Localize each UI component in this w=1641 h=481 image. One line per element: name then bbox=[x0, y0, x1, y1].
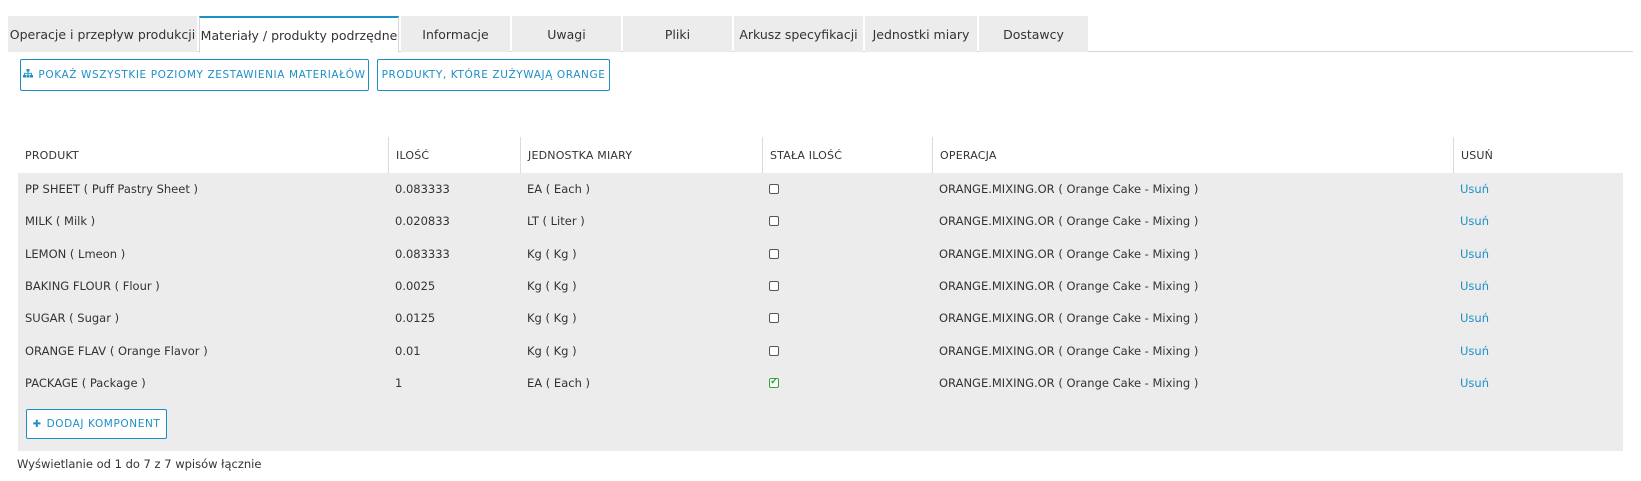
cell-product: PP SHEET ( Puff Pastry Sheet ) bbox=[25, 182, 198, 197]
table-row: PACKAGE ( Package ) 1 EA ( Each ) ✔ ORANGE.M… bbox=[18, 367, 1623, 399]
add-component-row: ✚ DODAJ KOMPONENT bbox=[18, 399, 1623, 451]
cell-quantity: 0.020833 bbox=[395, 214, 450, 229]
column-header-fixed[interactable]: STAŁA ILOŚĆ bbox=[762, 137, 932, 173]
table-info: Wyświetlanie od 1 do 7 z 7 wpisów łączni… bbox=[17, 457, 262, 471]
cell-operation: ORANGE.MIXING.OR ( Orange Cake - Mixing … bbox=[939, 279, 1199, 294]
cell-quantity: 0.083333 bbox=[395, 246, 450, 261]
tab-label: Arkusz specyfikacji bbox=[739, 26, 858, 42]
fixed-quantity-checkbox[interactable] bbox=[769, 216, 779, 227]
cell-quantity: 0.083333 bbox=[395, 182, 450, 197]
delete-link[interactable]: Usuń bbox=[1460, 279, 1489, 293]
tab-label: Jednostki miary bbox=[872, 26, 970, 42]
delete-link[interactable]: Usuń bbox=[1460, 247, 1489, 261]
fixed-quantity-checkbox[interactable] bbox=[769, 313, 779, 324]
tab-bar: Operacje i przepływ produkcji Materiały … bbox=[8, 16, 1633, 53]
cell-quantity: 0.0025 bbox=[395, 279, 436, 294]
table-row: MILK ( Milk ) 0.020833 LT ( Liter ) ORANGE.… bbox=[18, 205, 1623, 237]
table-row: SUGAR ( Sugar ) 0.0125 Kg ( Kg ) ORANGE.MIX… bbox=[18, 302, 1623, 334]
tab-spec-sheet[interactable]: Arkusz specyfikacji bbox=[734, 16, 863, 52]
cell-quantity: 0.01 bbox=[395, 343, 421, 358]
tab-units[interactable]: Jednostki miary bbox=[865, 16, 977, 52]
show-all-bom-levels-label: POKAŻ WSZYSTKIE POZIOMY ZESTAWIENIA MATE… bbox=[38, 69, 366, 81]
table-row: LEMON ( Lmeon ) 0.083333 Kg ( Kg ) ORANGE.M… bbox=[18, 238, 1623, 270]
tab-information[interactable]: Informacje bbox=[401, 16, 510, 52]
column-header-product[interactable]: PRODUKT bbox=[18, 137, 388, 173]
table-body: PP SHEET ( Puff Pastry Sheet ) 0.083333 EA… bbox=[18, 173, 1623, 452]
delete-link[interactable]: Usuń bbox=[1460, 376, 1489, 390]
table-row: ORANGE FLAV ( Orange Flavor ) 0.01 Kg ( Kg… bbox=[18, 334, 1623, 366]
cell-delete: Usuń bbox=[1453, 205, 1623, 237]
cell-delete: Usuń bbox=[1453, 173, 1623, 205]
cell-fixed bbox=[762, 302, 932, 334]
cell-unit: Kg ( Kg ) bbox=[527, 279, 577, 294]
products-using-label: PRODUKTY, KTÓRE ZUŻYWAJĄ ORANGE bbox=[381, 69, 606, 81]
cell-product: PACKAGE ( Package ) bbox=[25, 375, 146, 390]
fixed-quantity-checkbox[interactable] bbox=[769, 184, 779, 195]
delete-link[interactable]: Usuń bbox=[1460, 344, 1489, 358]
cell-fixed bbox=[762, 238, 932, 270]
cell-delete: Usuń bbox=[1453, 367, 1623, 399]
delete-link[interactable]: Usuń bbox=[1460, 182, 1489, 196]
tab-files[interactable]: Pliki bbox=[623, 16, 732, 52]
products-using-button[interactable]: PRODUKTY, KTÓRE ZUŻYWAJĄ ORANGE bbox=[377, 59, 610, 91]
tab-suppliers[interactable]: Dostawcy bbox=[979, 16, 1088, 52]
cell-unit: EA ( Each ) bbox=[527, 182, 590, 197]
cell-delete: Usuń bbox=[1453, 302, 1623, 334]
table-row: PP SHEET ( Puff Pastry Sheet ) 0.083333 EA… bbox=[18, 173, 1623, 205]
fixed-quantity-checkbox[interactable]: ✔ bbox=[769, 377, 779, 388]
cell-quantity: 0.0125 bbox=[395, 311, 436, 326]
tab-label: Uwagi bbox=[547, 26, 586, 42]
tab-label: Informacje bbox=[422, 26, 489, 42]
plus-icon: ✚ bbox=[32, 418, 42, 430]
cell-operation: ORANGE.MIXING.OR ( Orange Cake - Mixing … bbox=[939, 311, 1199, 326]
delete-link[interactable]: Usuń bbox=[1460, 214, 1489, 228]
cell-operation: ORANGE.MIXING.OR ( Orange Cake - Mixing … bbox=[939, 246, 1199, 261]
table-header: PRODUKT ILOŚĆ JEDNOSTKA MIARY STAŁA ILOŚ… bbox=[18, 137, 1623, 173]
tab-label: Pliki bbox=[664, 26, 691, 42]
add-component-button[interactable]: ✚ DODAJ KOMPONENT bbox=[26, 409, 167, 440]
cell-operation: ORANGE.MIXING.OR ( Orange Cake - Mixing … bbox=[939, 182, 1199, 197]
cell-fixed bbox=[762, 270, 932, 302]
table-row: BAKING FLOUR ( Flour ) 0.0025 Kg ( Kg ) ORA… bbox=[18, 270, 1623, 302]
cell-unit: Kg ( Kg ) bbox=[527, 311, 577, 326]
cell-product: MILK ( Milk ) bbox=[25, 214, 96, 229]
tab-label: Operacje i przepływ produkcji bbox=[9, 26, 196, 42]
cell-product: BAKING FLOUR ( Flour ) bbox=[25, 279, 160, 294]
cell-product: SUGAR ( Sugar ) bbox=[25, 311, 120, 326]
materials-table: PRODUKT ILOŚĆ JEDNOSTKA MIARY STAŁA ILOŚ… bbox=[18, 137, 1623, 452]
sitemap-icon bbox=[23, 69, 34, 81]
cell-fixed: ✔ bbox=[762, 367, 932, 399]
fixed-quantity-checkbox[interactable] bbox=[769, 281, 779, 292]
cell-unit: LT ( Liter ) bbox=[527, 214, 585, 229]
column-header-delete: USUŃ bbox=[1453, 137, 1623, 173]
cell-operation: ORANGE.MIXING.OR ( Orange Cake - Mixing … bbox=[939, 214, 1199, 229]
cell-fixed bbox=[762, 205, 932, 237]
column-header-unit[interactable]: JEDNOSTKA MIARY bbox=[520, 137, 762, 173]
cell-operation: ORANGE.MIXING.OR ( Orange Cake - Mixing … bbox=[939, 375, 1199, 390]
fixed-quantity-checkbox[interactable] bbox=[769, 345, 779, 356]
cell-quantity: 1 bbox=[395, 375, 403, 390]
cell-delete: Usuń bbox=[1453, 334, 1623, 366]
show-all-bom-levels-button[interactable]: POKAŻ WSZYSTKIE POZIOMY ZESTAWIENIA MATE… bbox=[20, 59, 369, 91]
tab-label: Materiały / produkty podrzędne bbox=[200, 27, 398, 43]
cell-unit: Kg ( Kg ) bbox=[527, 246, 577, 261]
cell-operation: ORANGE.MIXING.OR ( Orange Cake - Mixing … bbox=[939, 343, 1199, 358]
cell-delete: Usuń bbox=[1453, 270, 1623, 302]
cell-unit: Kg ( Kg ) bbox=[527, 343, 577, 358]
cell-product: ORANGE FLAV ( Orange Flavor ) bbox=[25, 343, 208, 358]
cell-fixed bbox=[762, 334, 932, 366]
cell-delete: Usuń bbox=[1453, 238, 1623, 270]
column-header-operation[interactable]: OPERACJA bbox=[932, 137, 1453, 173]
fixed-quantity-checkbox[interactable] bbox=[769, 248, 779, 259]
column-header-quantity[interactable]: ILOŚĆ bbox=[388, 137, 520, 173]
cell-product: LEMON ( Lmeon ) bbox=[25, 246, 126, 261]
tab-materials[interactable]: Materiały / produkty podrzędne bbox=[199, 16, 399, 53]
cell-fixed bbox=[762, 173, 932, 205]
tab-notes[interactable]: Uwagi bbox=[512, 16, 621, 52]
add-component-label: DODAJ KOMPONENT bbox=[46, 418, 161, 431]
delete-link[interactable]: Usuń bbox=[1460, 311, 1489, 325]
cell-unit: EA ( Each ) bbox=[527, 375, 590, 390]
tab-label: Dostawcy bbox=[1003, 26, 1064, 42]
tab-operations[interactable]: Operacje i przepływ produkcji bbox=[8, 16, 197, 52]
